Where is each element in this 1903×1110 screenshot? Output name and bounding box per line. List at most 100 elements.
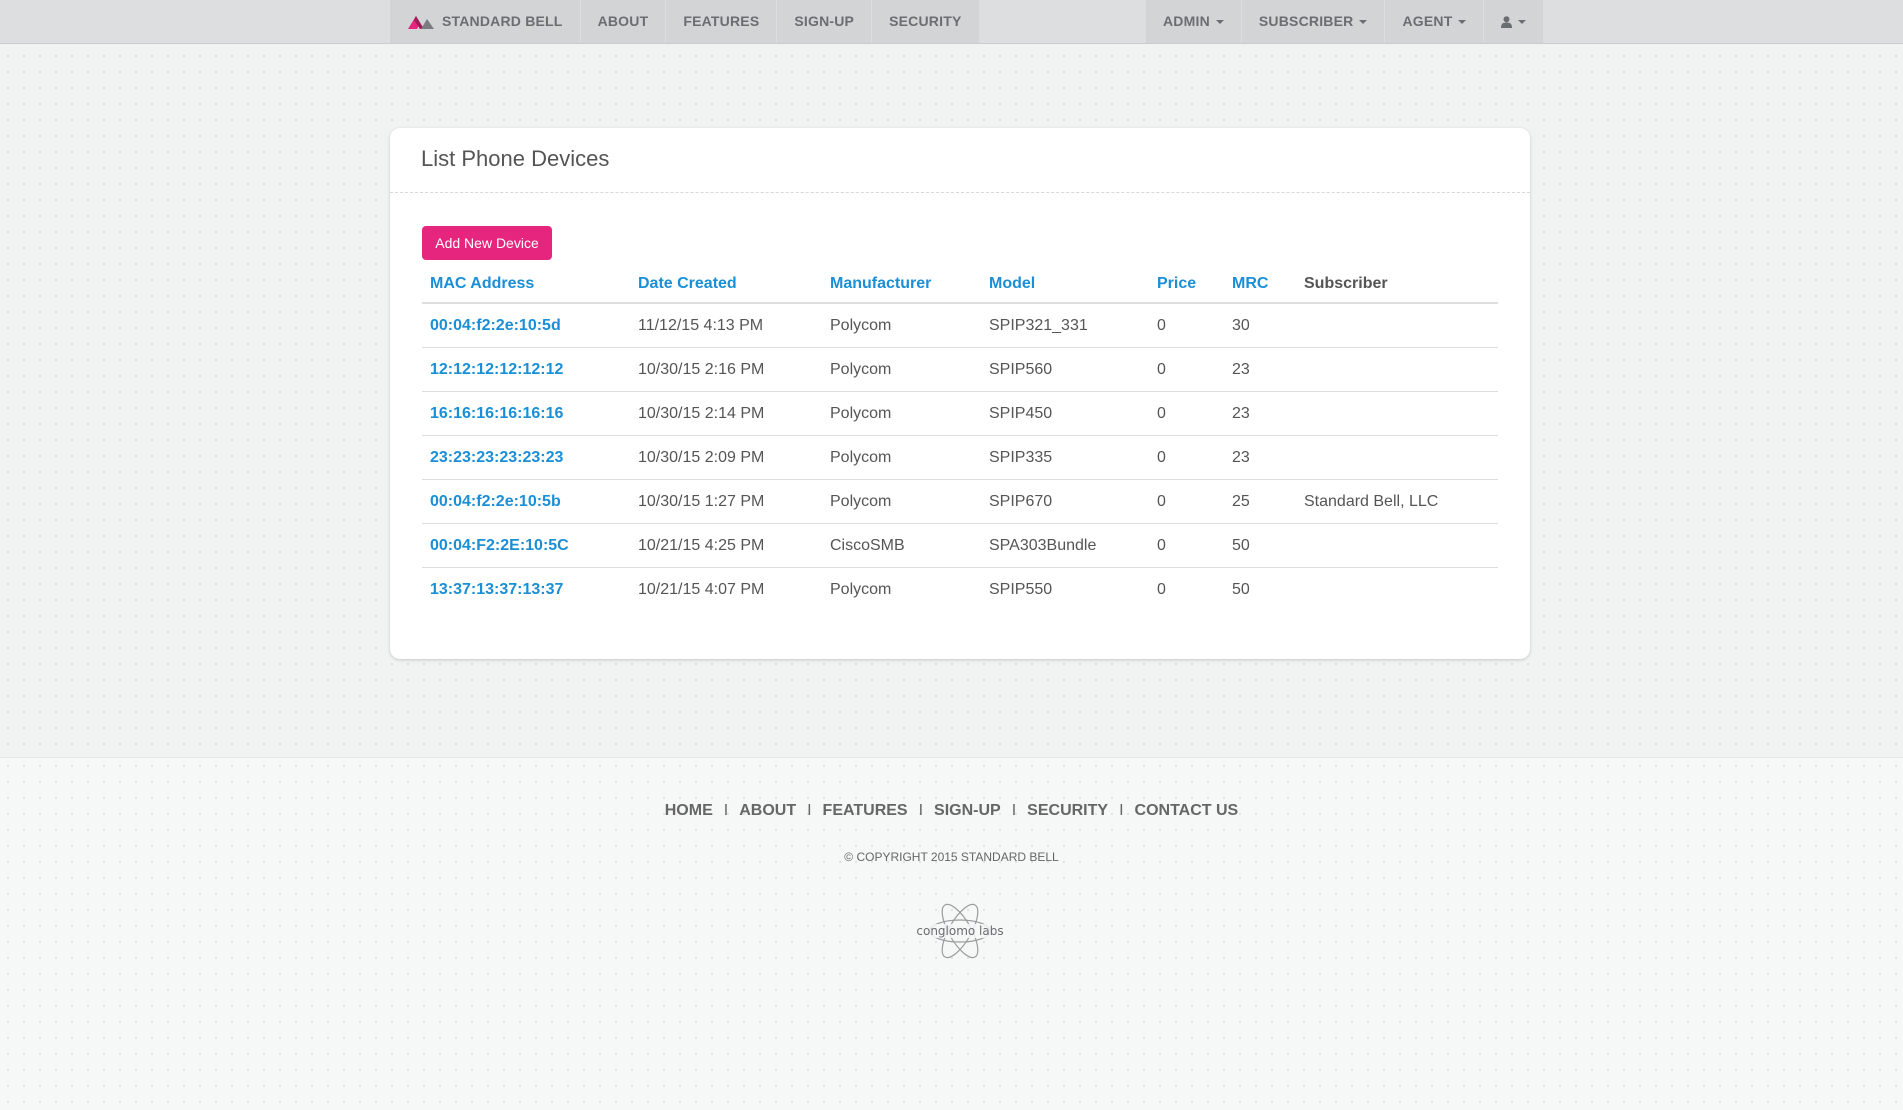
- caret-down-icon: [1518, 19, 1527, 24]
- top-navbar: STANDARD BELL ABOUT FEATURES SIGN-UP SEC…: [0, 0, 1903, 44]
- nav-admin-dropdown[interactable]: ADMIN: [1146, 0, 1242, 43]
- nav-signup-label: SIGN-UP: [794, 13, 855, 29]
- table-row: 23:23:23:23:23:23 10/30/15 2:09 PM Polyc…: [422, 435, 1498, 480]
- conglomo-labs-logo-icon: conglomo labs: [907, 903, 1013, 959]
- cell-date: 11/12/15 4:13 PM: [630, 303, 822, 348]
- nav-features-label: FEATURES: [683, 13, 760, 29]
- cell-subscriber: [1296, 523, 1498, 568]
- header-subscriber: Subscriber: [1296, 266, 1498, 304]
- cell-subscriber: [1296, 347, 1498, 392]
- nav-about[interactable]: ABOUT: [581, 0, 667, 43]
- mac-link[interactable]: 16:16:16:16:16:16: [430, 405, 563, 422]
- cell-model: SPIP335: [981, 435, 1149, 480]
- table-header-row: MAC Address Date Created Manufacturer Mo…: [422, 266, 1498, 304]
- footer-link-signup[interactable]: SIGN-UP: [934, 802, 1001, 819]
- cell-mrc: 50: [1232, 580, 1250, 598]
- nav-admin-label: ADMIN: [1163, 13, 1210, 29]
- cell-mac: 00:04:f2:2e:10:5b: [422, 479, 630, 524]
- cell-price: 0: [1149, 435, 1224, 480]
- footer-link-features[interactable]: FEATURES: [823, 802, 908, 819]
- cell-price: 0: [1149, 347, 1224, 392]
- header-mrc[interactable]: MRC: [1224, 266, 1296, 304]
- footer-link-security[interactable]: SECURITY: [1027, 802, 1108, 819]
- cell-model: SPIP321_331: [981, 303, 1149, 348]
- cell-manufacturer: Polycom: [822, 391, 981, 436]
- cell-subscriber: [1296, 435, 1498, 480]
- cell-date: 10/30/15 2:14 PM: [630, 391, 822, 436]
- nav-signup[interactable]: SIGN-UP: [777, 0, 873, 43]
- conglomo-logo-text: conglomo labs: [916, 924, 1003, 938]
- cell-date: 10/30/15 1:27 PM: [630, 479, 822, 524]
- nav-brand-link[interactable]: STANDARD BELL: [390, 0, 581, 43]
- cell-model: SPIP550: [989, 580, 1053, 598]
- table-row: 13:37:13:37:13:37 10/21/15 4:07 PM Polyc…: [422, 568, 1498, 612]
- table-row: 00:04:F2:2E:10:5C 10/21/15 4:25 PM Cisco…: [422, 523, 1498, 568]
- table-row: 00:04:f2:2e:10:5d 11/12/15 4:13 PM Polyc…: [422, 303, 1498, 348]
- footer-links: HOME I ABOUT I FEATURES I SIGN-UP I SECURITY I CON…: [0, 802, 1903, 820]
- nav-subscriber-dropdown[interactable]: SUBSCRIBER: [1242, 0, 1386, 43]
- cell-manufacturer: Polycom: [822, 347, 981, 392]
- mac-link[interactable]: 00:04:F2:2E:10:5C: [430, 537, 569, 554]
- conglomo-labs-logo[interactable]: conglomo labs: [905, 898, 1015, 964]
- mac-link[interactable]: 23:23:23:23:23:23: [430, 449, 563, 466]
- nav-subscriber-label: SUBSCRIBER: [1258, 13, 1354, 29]
- cell-mac: 12:12:12:12:12:12: [422, 347, 630, 392]
- nav-about-label: ABOUT: [597, 13, 649, 29]
- cell-model: SPIP560: [981, 347, 1149, 392]
- user-icon: [1501, 15, 1513, 28]
- cell-subscriber: [1296, 568, 1498, 612]
- copyright-text: © COPYRIGHT 2015 STANDARD BELL: [844, 850, 1059, 864]
- cell-subscriber: [1296, 303, 1498, 348]
- table-row: 00:04:f2:2e:10:5b 10/30/15 1:27 PM Polyc…: [422, 479, 1498, 524]
- nav-agent-dropdown[interactable]: AGENT: [1385, 0, 1485, 43]
- cell-mrc: 50: [1224, 523, 1296, 568]
- header-manufacturer[interactable]: Manufacturer: [822, 266, 981, 304]
- page-title: List Phone Devices: [421, 146, 610, 171]
- mac-link[interactable]: 13:37:13:37:13:37: [430, 581, 563, 598]
- header-mac-address[interactable]: MAC Address: [422, 266, 630, 304]
- nav-right-group: ADMIN SUBSCRIBER AGENT: [1146, 0, 1544, 43]
- cell-model: SPA303Bundle: [981, 523, 1149, 568]
- caret-down-icon: [1458, 19, 1467, 24]
- footer-separator: I: [1011, 802, 1017, 819]
- cell-mac: 00:04:f2:2e:10:5d: [422, 303, 630, 348]
- cell-date: 10/30/15 2:16 PM: [630, 347, 822, 392]
- cell-price: 0: [1149, 523, 1224, 568]
- mac-link[interactable]: 00:04:f2:2e:10:5b: [430, 493, 561, 510]
- cell-mrc: 23: [1224, 435, 1296, 480]
- nav-user-dropdown[interactable]: [1484, 0, 1543, 43]
- cell-manufacturer: CiscoSMB: [822, 523, 981, 568]
- cell-price: 0: [1149, 391, 1224, 436]
- nav-security[interactable]: SECURITY: [872, 0, 978, 43]
- add-new-device-button[interactable]: Add New Device: [422, 226, 552, 260]
- header-model[interactable]: Model: [981, 266, 1149, 304]
- nav-security-label: SECURITY: [889, 13, 962, 29]
- nav-features[interactable]: FEATURES: [666, 0, 778, 43]
- devices-panel: List Phone Devices Add New Device MAC Ad…: [390, 128, 1530, 659]
- mac-link[interactable]: 00:04:f2:2e:10:5d: [430, 317, 561, 334]
- cell-subscriber: [1296, 391, 1498, 436]
- table-row: 12:12:12:12:12:12 10/30/15 2:16 PM Polyc…: [422, 347, 1498, 392]
- cell-price: 0: [1157, 580, 1166, 598]
- table-row: 16:16:16:16:16:16 10/30/15 2:14 PM Polyc…: [422, 391, 1498, 436]
- footer-link-about[interactable]: ABOUT: [739, 802, 796, 819]
- footer-separator: I: [918, 802, 924, 819]
- cell-manufacturer: Polycom: [822, 435, 981, 480]
- nav-left-group: STANDARD BELL ABOUT FEATURES SIGN-UP SEC…: [390, 0, 979, 43]
- footer-separator: I: [1119, 802, 1124, 819]
- caret-down-icon: [1215, 19, 1224, 24]
- page-footer: HOME I ABOUT I FEATURES I SIGN-UP I SECURITY I CON…: [0, 757, 1903, 1110]
- header-date-created[interactable]: Date Created: [630, 266, 822, 304]
- cell-manufacturer: Polycom: [830, 580, 892, 598]
- header-price[interactable]: Price: [1149, 266, 1224, 304]
- standard-bell-logo-icon: [408, 15, 434, 29]
- footer-separator: I: [807, 802, 812, 819]
- cell-manufacturer: Polycom: [822, 303, 981, 348]
- nav-agent-label: AGENT: [1402, 13, 1453, 29]
- cell-mac: 23:23:23:23:23:23: [422, 435, 630, 480]
- footer-link-home[interactable]: HOME: [665, 802, 713, 819]
- cell-model: SPIP670: [981, 479, 1149, 524]
- mac-link[interactable]: 12:12:12:12:12:12: [430, 361, 563, 378]
- cell-mac: 00:04:F2:2E:10:5C: [422, 523, 630, 568]
- footer-link-contact-us[interactable]: CONTACT US: [1135, 802, 1239, 819]
